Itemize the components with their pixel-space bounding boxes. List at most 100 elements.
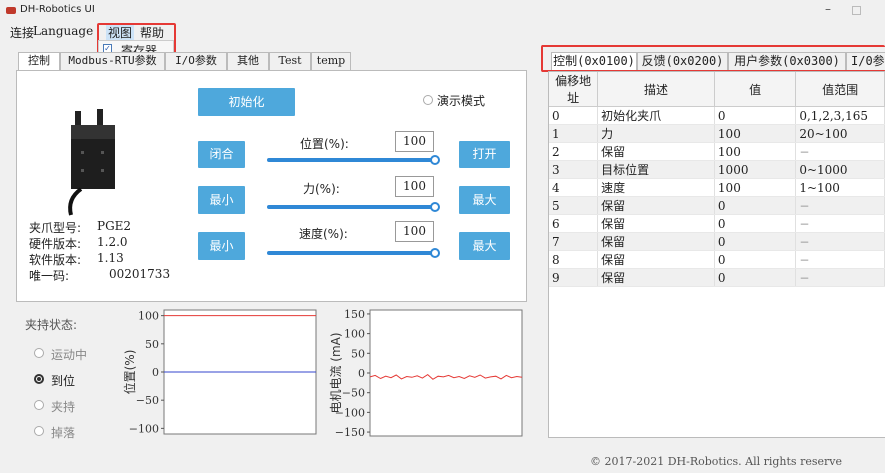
tab-other[interactable]: 其他 <box>227 52 269 70</box>
menu-connect[interactable]: 连接 <box>10 24 34 41</box>
cell-description: 保留 <box>597 196 715 215</box>
table-row[interactable]: 8 保留 0− <box>549 250 885 269</box>
position-chart: 100 50 0 −50 −100 位置(%) <box>122 309 317 435</box>
speed-slider-handle[interactable] <box>430 248 440 258</box>
col-value: 值 <box>714 72 797 107</box>
cell-offset: 3 <box>549 160 599 179</box>
open-button[interactable]: 打开 <box>459 141 510 168</box>
cell-range: − <box>795 250 885 269</box>
speed-min-button[interactable]: 最小 <box>198 232 245 260</box>
app-title: DH-Robotics UI <box>20 4 95 15</box>
speed-input[interactable]: 100 <box>395 221 434 242</box>
cell-value[interactable]: 0 <box>714 232 797 251</box>
y-tick-label: 50 <box>145 338 159 351</box>
speed-slider[interactable] <box>267 251 435 255</box>
speed-label: 速度(%): <box>299 227 348 241</box>
force-slider-handle[interactable] <box>430 202 440 212</box>
init-button[interactable]: 初始化 <box>198 88 295 116</box>
table-row[interactable]: 3 目标位置 1000 0~1000 <box>549 160 885 179</box>
cell-offset: 1 <box>549 124 599 143</box>
model-label: 夹爪型号: <box>29 221 82 235</box>
model-value: PGE2 <box>97 219 132 233</box>
cell-value[interactable]: 0 <box>714 196 797 215</box>
y-tick-label: 100 <box>344 328 365 341</box>
cell-description: 保留 <box>597 214 715 233</box>
cell-range: 0~1000 <box>795 160 885 179</box>
highlight-box-tabs <box>541 45 885 72</box>
hw-label: 硬件版本: <box>29 237 82 251</box>
close-button[interactable]: 闭合 <box>198 141 245 168</box>
force-slider[interactable] <box>267 205 435 209</box>
cell-range: − <box>795 268 885 287</box>
cell-value[interactable]: 1000 <box>714 160 797 179</box>
cell-value[interactable]: 0 <box>714 106 797 125</box>
table-row[interactable]: 9 保留 0− <box>549 268 885 287</box>
maximize-button[interactable] <box>852 6 861 15</box>
minimize-button[interactable]: – <box>818 2 838 16</box>
force-label: 力(%): <box>303 182 340 196</box>
tab-temp[interactable]: temp <box>311 52 351 70</box>
cell-description: 保留 <box>597 232 715 251</box>
cell-offset: 5 <box>549 196 599 215</box>
cell-offset: 8 <box>549 250 599 269</box>
uid-label: 唯一码: <box>29 269 70 283</box>
status-label: 夹持 <box>51 400 76 414</box>
y-tick-label: 0 <box>358 367 365 380</box>
control-panel: 夹爪型号: PGE2 硬件版本: 1.2.0 软件版本: 1.13 唯一码: 0… <box>16 70 527 302</box>
cell-value[interactable]: 0 <box>714 268 797 287</box>
position-input[interactable]: 100 <box>395 131 434 152</box>
table-row[interactable]: 7 保留 0− <box>549 232 885 251</box>
status-radio <box>34 374 44 384</box>
cell-offset: 6 <box>549 214 599 233</box>
cell-value[interactable]: 100 <box>714 142 797 161</box>
cell-offset: 0 <box>549 106 599 125</box>
cell-range: − <box>795 214 885 233</box>
demo-mode-label: 演示模式 <box>437 94 486 108</box>
force-max-button[interactable]: 最大 <box>459 186 510 214</box>
table-row[interactable]: 1 力 100 20~100 <box>549 124 885 143</box>
status-label: 掉落 <box>51 426 76 440</box>
cell-range: − <box>795 142 885 161</box>
cell-description: 目标位置 <box>597 160 715 179</box>
cell-offset: 4 <box>549 178 599 197</box>
cell-value[interactable]: 100 <box>714 124 797 143</box>
cell-value[interactable]: 0 <box>714 250 797 269</box>
table-row[interactable]: 0 初始化夹爪 0 0,1,2,3,165 <box>549 106 885 125</box>
force-min-button[interactable]: 最小 <box>198 186 245 214</box>
position-slider-handle[interactable] <box>430 155 440 165</box>
table-row[interactable]: 2 保留 100− <box>549 142 885 161</box>
cell-offset: 9 <box>549 268 599 287</box>
y-tick-label: 50 <box>351 347 365 360</box>
force-input[interactable]: 100 <box>395 176 434 197</box>
cell-value[interactable]: 100 <box>714 178 797 197</box>
cell-description: 力 <box>597 124 715 143</box>
position-slider[interactable] <box>267 158 435 162</box>
table-row[interactable]: 5 保留 0− <box>549 196 885 215</box>
cell-description: 保留 <box>597 142 715 161</box>
tab-test[interactable]: Test <box>269 52 311 70</box>
table-row[interactable]: 4 速度 100 1~100 <box>549 178 885 197</box>
y-tick-label: −150 <box>335 426 365 439</box>
cell-description: 保留 <box>597 268 715 287</box>
status-radio <box>34 426 44 436</box>
cell-description: 初始化夹爪 <box>597 106 715 125</box>
y-tick-label: −50 <box>342 387 365 400</box>
plot-area <box>369 309 523 437</box>
status-radio <box>34 400 44 410</box>
cell-offset: 7 <box>549 232 599 251</box>
sw-label: 软件版本: <box>29 253 82 267</box>
cell-value[interactable]: 0 <box>714 214 797 233</box>
y-tick-label: 100 <box>138 310 159 323</box>
status-label: 运动中 <box>51 348 88 362</box>
status-label: 到位 <box>51 374 76 388</box>
app-logo-icon <box>6 7 16 14</box>
demo-mode-radio[interactable] <box>423 95 433 105</box>
tab-control[interactable]: 控制 <box>18 52 60 71</box>
uid-value: 00201733 <box>109 267 171 281</box>
table-row[interactable]: 6 保留 0− <box>549 214 885 233</box>
col-description: 描述 <box>597 72 715 107</box>
register-table-panel: 偏移地址 描述 值 值范围 0 初始化夹爪 0 0,1,2,3,165 1 力 100 20~… <box>548 71 885 438</box>
y-axis-label: 位置(%) <box>122 350 137 395</box>
speed-max-button[interactable]: 最大 <box>459 232 510 260</box>
menu-language[interactable]: Language <box>33 24 93 38</box>
